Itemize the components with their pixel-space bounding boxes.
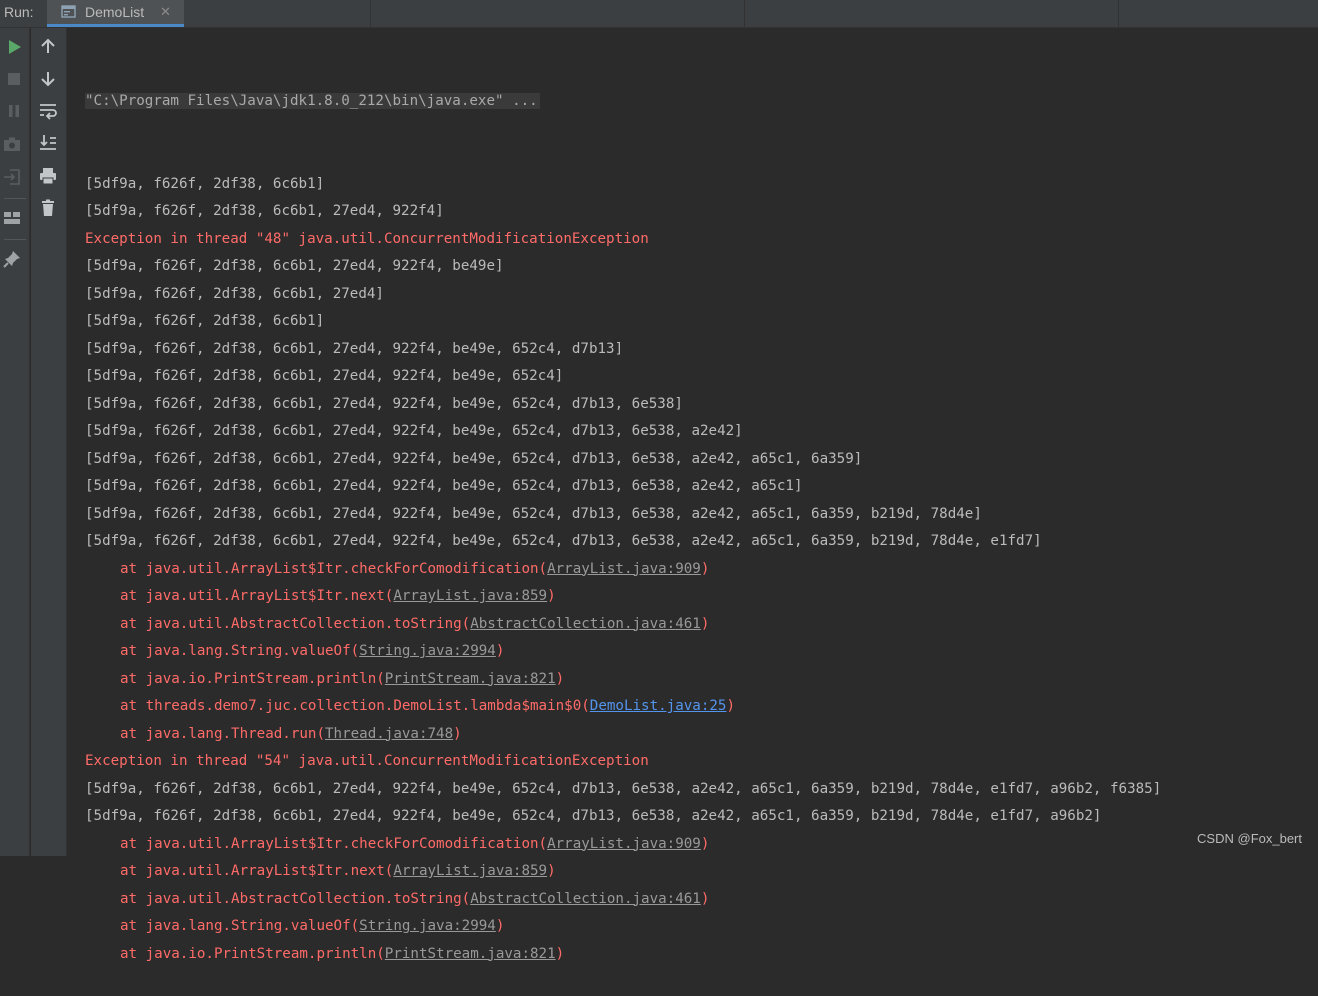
console-output-line: [5df9a, f626f, 2df38, 6c6b1, 27ed4, 922f… xyxy=(85,395,683,412)
run-tool-window-header: Run: DemoList ✕ xyxy=(0,0,1318,28)
toolbar-separator xyxy=(4,198,26,199)
console-command-line: "C:\Program Files\Java\jdk1.8.0_212\bin\… xyxy=(85,88,1318,116)
stack-trace-line: at java.io.PrintStream.println(PrintStre… xyxy=(85,941,1318,969)
stack-trace-line: at java.util.ArrayList$Itr.next(ArrayLis… xyxy=(85,583,1318,611)
arrow-up-icon[interactable] xyxy=(38,36,58,56)
stack-trace-line: at java.util.ArrayList$Itr.next(ArrayLis… xyxy=(85,858,1318,886)
toolbar-separator xyxy=(4,239,26,240)
stack-trace-line: at java.lang.String.valueOf(String.java:… xyxy=(85,913,1318,941)
stack-frame-close: ) xyxy=(700,835,710,852)
console-output[interactable]: "C:\Program Files\Java\jdk1.8.0_212\bin\… xyxy=(85,33,1318,996)
stack-frame-close: ) xyxy=(700,560,710,577)
console-output-line: [5df9a, f626f, 2df38, 6c6b1, 27ed4, 922f… xyxy=(85,340,624,357)
stack-trace-line: at threads.demo7.juc.collection.DemoList… xyxy=(85,693,1318,721)
source-link[interactable]: AbstractCollection.java:461 xyxy=(470,616,701,632)
source-link[interactable]: String.java:2994 xyxy=(359,643,496,659)
stack-trace-line: at java.lang.Thread.run(Thread.java:748) xyxy=(85,721,1318,749)
console-output-line: [5df9a, f626f, 2df38, 6c6b1, 27ed4, 922f… xyxy=(85,203,444,219)
run-toolbar-primary xyxy=(0,28,30,856)
stack-frame-method: at java.util.ArrayList$Itr.checkForComod… xyxy=(120,835,548,852)
stack-frame-close: ) xyxy=(700,890,710,907)
exception-line: Exception in thread "48" java.util.Concu… xyxy=(85,230,649,247)
exception-line: Exception in thread "54" java.util.Concu… xyxy=(85,753,649,769)
console-output-line: [5df9a, f626f, 2df38, 6c6b1] xyxy=(85,313,325,329)
tab-demolist[interactable]: DemoList ✕ xyxy=(47,0,184,27)
console-output-line: [5df9a, f626f, 2df38, 6c6b1] xyxy=(85,175,325,192)
stack-frame-method: at java.lang.Thread.run( xyxy=(120,725,325,742)
source-link[interactable]: ArrayList.java:859 xyxy=(393,863,547,879)
stack-trace-line: at java.io.PrintStream.println(PrintStre… xyxy=(85,666,1318,694)
console-output-line: [5df9a, f626f, 2df38, 6c6b1, 27ed4, 922f… xyxy=(85,368,564,384)
console-output-line: [5df9a, f626f, 2df38, 6c6b1, 27ed4, 922f… xyxy=(85,450,863,467)
stack-frame-method: at java.lang.String.valueOf( xyxy=(120,918,360,934)
console-output-line: [5df9a, f626f, 2df38, 6c6b1, 27ed4, 922f… xyxy=(85,423,743,439)
trash-icon[interactable] xyxy=(38,198,58,218)
stack-frame-close: ) xyxy=(726,698,736,714)
stack-frame-close: ) xyxy=(547,588,556,604)
print-icon[interactable] xyxy=(38,166,58,186)
header-divider xyxy=(370,0,371,27)
source-link[interactable]: ArrayList.java:909 xyxy=(547,836,701,852)
stack-frame-method: at java.util.ArrayList$Itr.next( xyxy=(120,863,394,879)
console-output-line: [5df9a, f626f, 2df38, 6c6b1, 27ed4, 922f… xyxy=(85,533,1042,549)
pause-icon[interactable] xyxy=(4,101,24,121)
source-link[interactable]: DemoList.java:25 xyxy=(590,698,727,714)
header-divider xyxy=(1118,0,1119,27)
stack-frame-close: ) xyxy=(555,945,565,962)
rerun-icon[interactable] xyxy=(4,37,24,57)
stack-frame-close: ) xyxy=(547,863,556,879)
stack-trace-line: at java.util.AbstractCollection.toString… xyxy=(85,886,1318,914)
source-link[interactable]: ArrayList.java:909 xyxy=(547,561,701,577)
source-link[interactable]: AbstractCollection.java:461 xyxy=(470,891,701,907)
source-link[interactable]: Thread.java:748 xyxy=(325,726,453,742)
arrow-down-icon[interactable] xyxy=(38,69,58,89)
stack-frame-method: at java.io.PrintStream.println( xyxy=(120,945,385,962)
console-output-line: [5df9a, f626f, 2df38, 6c6b1, 27ed4, 922f… xyxy=(85,808,1102,824)
stack-frame-close: ) xyxy=(453,725,462,742)
stack-trace-line: at java.util.AbstractCollection.toString… xyxy=(85,611,1318,639)
source-link[interactable]: PrintStream.java:821 xyxy=(385,671,556,687)
console-output-line: [5df9a, f626f, 2df38, 6c6b1, 27ed4, 922f… xyxy=(85,780,1162,797)
stack-frame-method: at java.util.ArrayList$Itr.next( xyxy=(120,588,394,604)
stack-frame-method: at java.lang.String.valueOf( xyxy=(120,643,360,659)
stack-frame-close: ) xyxy=(495,918,505,934)
stack-frame-method: at java.io.PrintStream.println( xyxy=(120,670,385,687)
tab-label: DemoList xyxy=(85,4,145,20)
soft-wrap-icon[interactable] xyxy=(38,101,58,121)
console-output-line: [5df9a, f626f, 2df38, 6c6b1, 27ed4, 922f… xyxy=(85,478,803,494)
watermark: CSDN @Fox_bert xyxy=(1197,831,1302,846)
pin-icon[interactable] xyxy=(2,249,22,269)
stack-trace-line: at java.util.ArrayList$Itr.checkForComod… xyxy=(85,831,1318,859)
close-icon[interactable]: ✕ xyxy=(160,4,171,20)
source-link[interactable]: ArrayList.java:859 xyxy=(393,588,547,604)
exit-icon[interactable] xyxy=(2,167,22,187)
source-link[interactable]: PrintStream.java:821 xyxy=(385,946,556,962)
stack-trace-line: at java.lang.String.valueOf(String.java:… xyxy=(85,638,1318,666)
stack-trace-line: at java.util.ArrayList$Itr.checkForComod… xyxy=(85,556,1318,584)
camera-icon[interactable] xyxy=(2,134,22,154)
stack-frame-close: ) xyxy=(555,670,565,687)
stack-frame-method: at java.util.AbstractCollection.toString… xyxy=(120,615,471,632)
source-link[interactable]: String.java:2994 xyxy=(359,918,496,934)
console-tab-icon xyxy=(61,5,76,18)
java-command: "C:\Program Files\Java\jdk1.8.0_212\bin\… xyxy=(85,93,540,109)
stack-frame-close: ) xyxy=(495,643,505,659)
stack-frame-close: ) xyxy=(700,615,710,632)
run-toolbar-secondary xyxy=(31,28,67,856)
run-label: Run: xyxy=(4,4,34,20)
console-output-line: [5df9a, f626f, 2df38, 6c6b1, 27ed4, 922f… xyxy=(85,505,982,522)
header-divider xyxy=(744,0,745,27)
stack-frame-method: at java.util.AbstractCollection.toString… xyxy=(120,890,471,907)
scroll-to-end-icon[interactable] xyxy=(38,133,58,153)
stack-frame-method: at threads.demo7.juc.collection.DemoList… xyxy=(120,698,590,714)
console-output-line: [5df9a, f626f, 2df38, 6c6b1, 27ed4] xyxy=(85,285,384,302)
console-output-line: [5df9a, f626f, 2df38, 6c6b1, 27ed4, 922f… xyxy=(85,258,504,274)
layout-icon[interactable] xyxy=(2,208,22,228)
stop-icon[interactable] xyxy=(4,69,24,89)
stack-frame-method: at java.util.ArrayList$Itr.checkForComod… xyxy=(120,560,548,577)
